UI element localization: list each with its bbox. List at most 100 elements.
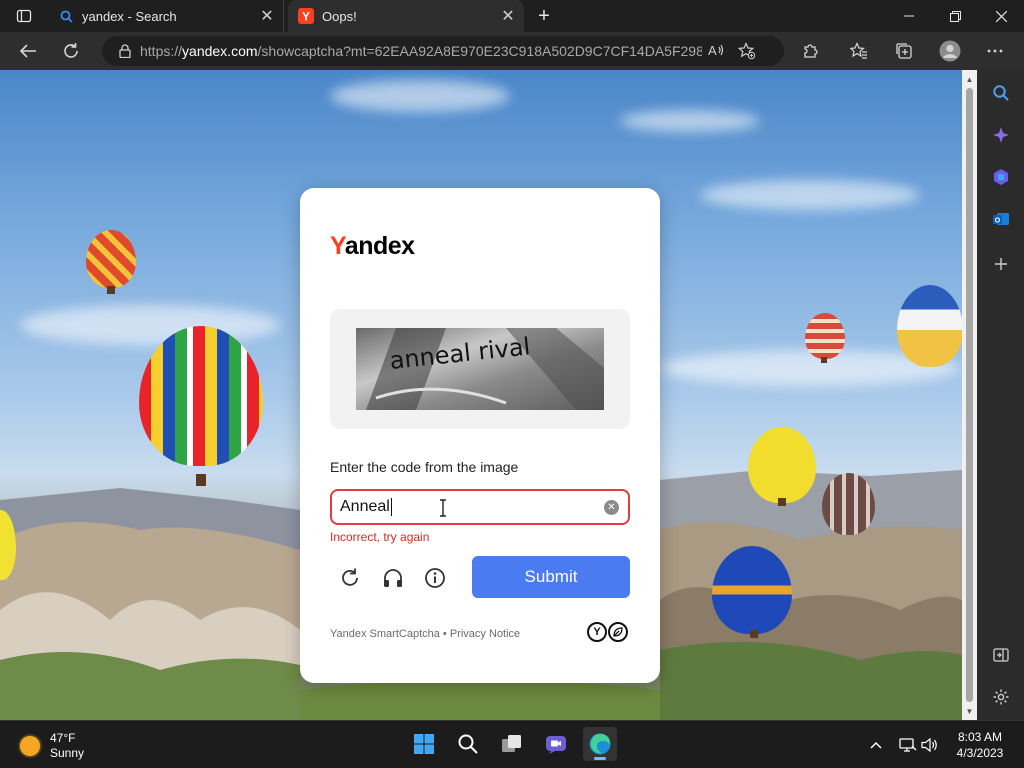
search-icon — [993, 85, 1009, 101]
back-button[interactable] — [13, 36, 43, 66]
refresh-icon — [342, 568, 358, 586]
tab-close-button[interactable]: ✕ — [255, 4, 279, 28]
browser-toolbar: https://yandex.com/showcaptcha?mt=62EAA9… — [0, 32, 1024, 70]
submit-button[interactable]: Submit — [472, 556, 630, 598]
sparkle-icon — [993, 127, 1009, 143]
outlook-icon: O — [993, 213, 1009, 225]
refresh-icon — [64, 43, 78, 58]
hot-air-balloon — [86, 230, 136, 288]
cloud — [700, 180, 920, 210]
balloon-basket — [778, 498, 786, 506]
edge-taskbar-button[interactable] — [583, 727, 617, 761]
favorites-button[interactable] — [844, 36, 874, 66]
svg-text:A: A — [708, 43, 717, 58]
audio-captcha-button[interactable] — [378, 563, 408, 593]
network-status-button[interactable] — [898, 735, 918, 755]
sidebar-add-button[interactable] — [985, 248, 1017, 280]
tab-title: Oops! — [322, 8, 357, 24]
favorites-icon — [850, 42, 867, 59]
captcha-prompt: Enter the code from the image — [330, 459, 519, 475]
info-button[interactable] — [420, 563, 450, 593]
cloud — [330, 80, 510, 112]
windows-logo-icon — [414, 734, 434, 754]
star-add-icon — [738, 42, 756, 60]
sidebar-discover-button[interactable] — [985, 119, 1017, 151]
chat-icon — [546, 736, 566, 754]
collections-icon — [896, 43, 912, 59]
restore-button[interactable] — [932, 0, 978, 32]
sidebar-settings-button[interactable] — [985, 681, 1017, 713]
system-clock[interactable]: 8:03 AM 4/3/2023 — [944, 729, 1016, 761]
info-icon — [425, 568, 445, 588]
show-hidden-icons-button[interactable] — [866, 735, 886, 755]
task-view-button[interactable] — [495, 727, 529, 761]
vertical-scrollbar[interactable]: ▲ ▼ — [962, 70, 977, 720]
profile-button[interactable] — [935, 36, 965, 66]
captcha-code-input[interactable]: Anneal ✕ — [330, 489, 630, 525]
sidebar-outlook-button[interactable]: O — [985, 203, 1017, 235]
tab-close-button[interactable]: ✕ — [496, 4, 520, 28]
sun-icon — [20, 736, 40, 756]
refresh-captcha-button[interactable] — [335, 563, 365, 593]
text-cursor-icon — [440, 499, 446, 517]
lock-icon[interactable] — [110, 44, 140, 58]
windows-taskbar: 47°F Sunny 8:03 AM 4/3/2023 — [0, 720, 1024, 768]
tab-yandex-search[interactable]: yandex - Search ✕ — [48, 0, 284, 32]
yandex-y-icon: Y — [587, 622, 607, 642]
read-aloud-button[interactable]: A — [702, 36, 732, 66]
weather-widget[interactable]: 47°F Sunny — [20, 731, 84, 761]
scroll-down-arrow-icon[interactable]: ▼ — [962, 704, 977, 718]
address-bar[interactable]: https://yandex.com/showcaptcha?mt=62EAA9… — [102, 36, 784, 66]
new-tab-button[interactable]: + — [530, 4, 558, 28]
captcha-image-container: anneal rival — [330, 309, 630, 429]
minimize-button[interactable] — [886, 0, 932, 32]
teams-chat-button[interactable] — [539, 727, 573, 761]
speaker-icon — [921, 737, 937, 753]
read-aloud-icon: A — [708, 43, 724, 58]
taskbar-search-button[interactable] — [451, 727, 485, 761]
headphones-icon — [384, 569, 402, 587]
puzzle-icon — [804, 44, 818, 58]
extensions-button[interactable] — [796, 36, 826, 66]
sidebar-search-button[interactable] — [985, 77, 1017, 109]
hot-air-balloon — [748, 427, 816, 503]
more-icon — [987, 49, 1003, 53]
minimize-icon — [904, 15, 914, 17]
sidebar-hide-button[interactable] — [985, 639, 1017, 671]
start-button[interactable] — [407, 727, 441, 761]
hot-air-balloon — [712, 546, 792, 634]
add-favorite-button[interactable] — [732, 36, 762, 66]
weather-condition: Sunny — [50, 746, 85, 760]
refresh-button[interactable] — [56, 36, 86, 66]
gear-icon — [993, 689, 1009, 705]
settings-menu-button[interactable] — [980, 36, 1010, 66]
tab-strip: yandex - Search ✕ Y Oops! ✕ + — [0, 0, 1024, 32]
sidebar-copilot-button[interactable] — [985, 161, 1017, 193]
scrollbar-thumb[interactable] — [966, 88, 973, 702]
leaf-icon — [608, 622, 628, 642]
close-window-button[interactable] — [978, 0, 1024, 32]
url-text: https://yandex.com/showcaptcha?mt=62EAA9… — [140, 43, 702, 59]
restore-icon — [949, 10, 961, 22]
privacy-notice-link[interactable]: Privacy Notice — [450, 628, 520, 640]
smartcaptcha-link[interactable]: Yandex SmartCaptcha — [330, 628, 440, 640]
balloon-basket — [107, 286, 115, 294]
avatar — [939, 40, 961, 62]
search-icon — [58, 8, 74, 24]
back-arrow-icon — [19, 44, 36, 58]
tab-oops[interactable]: Y Oops! ✕ — [288, 0, 524, 32]
search-icon — [458, 734, 478, 754]
volume-button[interactable] — [920, 735, 940, 755]
captcha-card: Yandex anneal rival Enter the code from … — [300, 188, 660, 683]
task-view-icon — [502, 735, 521, 752]
cloud — [620, 110, 760, 132]
scroll-up-arrow-icon[interactable]: ▲ — [962, 72, 977, 86]
tab-actions-button[interactable] — [6, 4, 42, 28]
captcha-input-value: Anneal — [340, 497, 392, 516]
clock-time: 8:03 AM — [957, 730, 1003, 744]
svg-text:O: O — [995, 217, 1001, 224]
collections-button[interactable] — [889, 36, 919, 66]
clear-input-button[interactable]: ✕ — [604, 500, 619, 515]
smartcaptcha-badge: Y — [587, 622, 628, 642]
yandex-favicon: Y — [298, 8, 314, 24]
